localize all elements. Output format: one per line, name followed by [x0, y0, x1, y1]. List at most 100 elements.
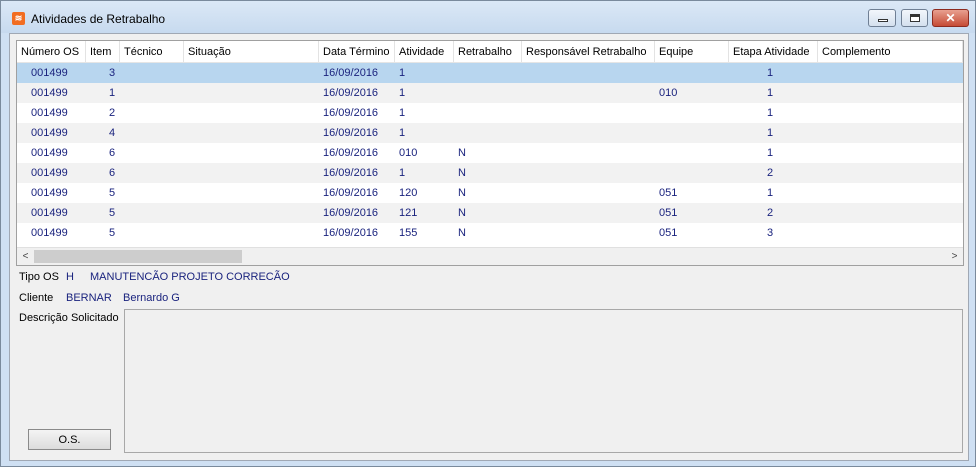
descricao-label: Descrição Solicitado [19, 312, 119, 324]
tipo-os-label: Tipo OS [19, 271, 59, 283]
cliente-code: BERNAR [66, 292, 112, 304]
cell-etapa: 1 [767, 67, 774, 79]
cell-etapa: 1 [767, 107, 774, 119]
cell-data-termino: 16/09/2016 [323, 227, 379, 239]
cliente-label: Cliente [19, 292, 54, 304]
cell-etapa: 1 [767, 87, 774, 99]
maximize-icon [910, 14, 920, 22]
cell-equipe: 051 [659, 187, 678, 199]
cell-etapa: 2 [767, 167, 774, 179]
table-row[interactable]: 001499 3 16/09/2016 1 1 [17, 63, 963, 83]
grid-header: Número OS Item Técnico Situação Data Término… [17, 41, 963, 63]
cell-retrabalho: N [458, 167, 466, 179]
cell-data-termino: 16/09/2016 [323, 107, 379, 119]
table-row[interactable]: 001499 5 16/09/2016 155 N 051 3 [17, 223, 963, 243]
close-icon: ✕ [945, 11, 956, 25]
cell-numero-os: 001499 [31, 127, 68, 139]
close-button[interactable]: ✕ [932, 9, 969, 27]
column-header[interactable]: Técnico [120, 41, 184, 62]
cell-etapa: 1 [767, 127, 774, 139]
cell-atividade: 010 [399, 147, 418, 159]
cell-data-termino: 16/09/2016 [323, 67, 379, 79]
cell-equipe: 051 [659, 207, 678, 219]
cell-retrabalho: N [458, 227, 466, 239]
cell-numero-os: 001499 [31, 167, 68, 179]
cell-data-termino: 16/09/2016 [323, 167, 379, 179]
table-row[interactable]: 001499 4 16/09/2016 1 1 [17, 123, 963, 143]
cell-item: 1 [109, 87, 116, 99]
cell-item: 6 [109, 167, 116, 179]
column-header[interactable]: Item [86, 41, 120, 62]
cell-etapa: 3 [767, 227, 774, 239]
cell-atividade: 1 [399, 107, 406, 119]
cliente-name: Bernardo G [123, 292, 180, 304]
column-header[interactable]: Retrabalho [454, 41, 522, 62]
cell-etapa: 2 [767, 207, 774, 219]
cell-retrabalho: N [458, 187, 466, 199]
cell-numero-os: 001499 [31, 107, 68, 119]
minimize-icon [878, 19, 888, 22]
cell-atividade: 1 [399, 67, 406, 79]
column-header[interactable]: Responsável Retrabalho [522, 41, 655, 62]
scroll-right-icon[interactable]: > [946, 248, 963, 265]
table-row[interactable]: 001499 2 16/09/2016 1 1 [17, 103, 963, 123]
table-row[interactable]: 001499 6 16/09/2016 010 N 1 [17, 143, 963, 163]
cell-atividade: 1 [399, 127, 406, 139]
table-row[interactable]: 001499 6 16/09/2016 1 N 2 [17, 163, 963, 183]
cell-numero-os: 001499 [31, 87, 68, 99]
horizontal-scrollbar[interactable]: < > [17, 247, 963, 265]
cell-item: 5 [109, 207, 116, 219]
cell-item: 6 [109, 147, 116, 159]
activities-grid[interactable]: Número OS Item Técnico Situação Data Término… [16, 40, 964, 266]
column-header[interactable]: Atividade [395, 41, 454, 62]
table-row[interactable]: 001499 5 16/09/2016 121 N 051 2 [17, 203, 963, 223]
tipo-os-code: H [66, 271, 74, 283]
column-header[interactable]: Etapa Atividade [729, 41, 818, 62]
cell-equipe: 010 [659, 87, 678, 99]
tipo-os-description: MANUTENCÃO PROJETO CORRECÃO [90, 271, 290, 283]
cell-atividade: 120 [399, 187, 418, 199]
app-window: ≋ Atividades de Retrabalho ✕ Número OS It… [0, 0, 976, 467]
cell-data-termino: 16/09/2016 [323, 127, 379, 139]
cell-atividade: 155 [399, 227, 418, 239]
cell-retrabalho: N [458, 147, 466, 159]
cell-numero-os: 001499 [31, 67, 68, 79]
maximize-button[interactable] [901, 9, 928, 27]
descricao-field[interactable] [124, 309, 963, 453]
cell-numero-os: 001499 [31, 187, 68, 199]
cell-numero-os: 001499 [31, 227, 68, 239]
cell-numero-os: 001499 [31, 207, 68, 219]
minimize-button[interactable] [868, 9, 896, 27]
table-row[interactable]: 001499 1 16/09/2016 1 010 1 [17, 83, 963, 103]
table-row[interactable]: 001499 5 16/09/2016 120 N 051 1 [17, 183, 963, 203]
cell-retrabalho: N [458, 207, 466, 219]
cell-atividade: 121 [399, 207, 418, 219]
title-bar[interactable]: ≋ Atividades de Retrabalho ✕ [1, 1, 975, 33]
cell-data-termino: 16/09/2016 [323, 187, 379, 199]
cell-item: 5 [109, 187, 116, 199]
cell-item: 4 [109, 127, 116, 139]
column-header[interactable]: Número OS [17, 41, 86, 62]
cell-atividade: 1 [399, 87, 406, 99]
os-button[interactable]: O.S. [28, 429, 111, 450]
cell-item: 2 [109, 107, 116, 119]
cell-etapa: 1 [767, 147, 774, 159]
cell-data-termino: 16/09/2016 [323, 87, 379, 99]
cell-item: 5 [109, 227, 116, 239]
cell-equipe: 051 [659, 227, 678, 239]
cell-numero-os: 001499 [31, 147, 68, 159]
cell-data-termino: 16/09/2016 [323, 147, 379, 159]
app-logo-icon: ≋ [12, 12, 25, 25]
cell-item: 3 [109, 67, 116, 79]
cell-data-termino: 16/09/2016 [323, 207, 379, 219]
client-area: Número OS Item Técnico Situação Data Término… [9, 33, 969, 461]
scrollbar-thumb[interactable] [34, 250, 242, 263]
cell-atividade: 1 [399, 167, 406, 179]
column-header[interactable]: Equipe [655, 41, 729, 62]
scroll-left-icon[interactable]: < [17, 248, 34, 265]
column-header[interactable]: Situação [184, 41, 319, 62]
window-title: Atividades de Retrabalho [31, 12, 166, 26]
column-header[interactable]: Data Término [319, 41, 395, 62]
cell-etapa: 1 [767, 187, 774, 199]
column-header[interactable]: Complemento [818, 41, 963, 62]
